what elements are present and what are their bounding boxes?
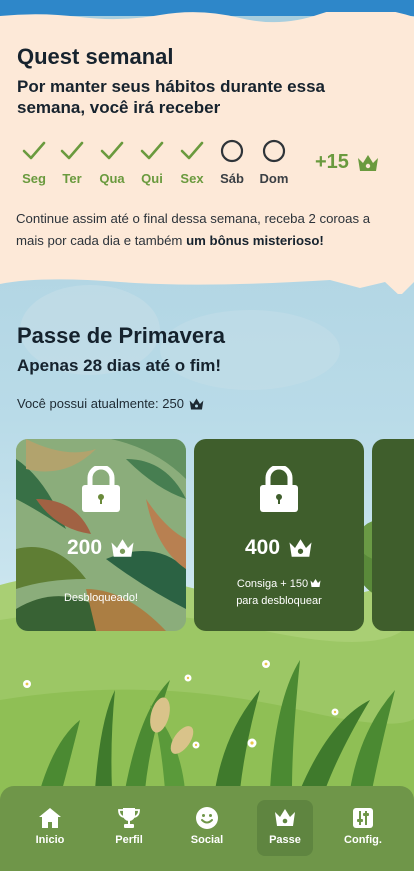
crown-icon — [289, 539, 312, 557]
day-sab: Sáb — [214, 138, 250, 192]
check-icon — [22, 141, 46, 160]
pass-subtitle: Apenas 28 dias até o fim! — [17, 356, 222, 375]
day-label: Sex — [180, 171, 204, 186]
tier-points-value: 200 — [66, 536, 103, 559]
crown-balance: Você possui atualmente: 250 — [17, 396, 204, 411]
empty-circle-icon — [262, 139, 286, 163]
balance-label: Você possui atualmente: 250 — [17, 396, 184, 411]
tier-points-value: 400 — [244, 536, 281, 559]
empty-circle-icon — [220, 139, 244, 163]
pass-title: Passe de Primavera — [17, 323, 225, 348]
quest-subtitle: Por manter seus hábitos durante essa sem… — [17, 77, 325, 117]
tier-requirement-line2: para desbloquear — [236, 595, 322, 607]
day-sex: Sex — [174, 138, 210, 192]
home-icon — [39, 808, 61, 828]
tier-requirement-line1: Consiga + 150 — [236, 578, 309, 590]
pass-tier-card-next[interactable] — [372, 439, 414, 631]
crown-icon — [189, 398, 204, 409]
day-seg: Seg — [16, 138, 52, 192]
day-label: Sáb — [220, 171, 244, 186]
crown-icon — [357, 154, 378, 171]
crown-icon — [111, 539, 134, 557]
day-ter: Ter — [54, 138, 90, 192]
reward-amount: +15 — [315, 151, 349, 173]
tier-points: 400 — [194, 536, 364, 560]
nav-label: Social — [190, 834, 224, 846]
trophy-icon — [118, 808, 140, 828]
day-dom: Dom — [256, 138, 292, 192]
tier-points: 200 — [16, 536, 186, 560]
nav-config[interactable]: Config. — [335, 800, 391, 856]
nav-passe[interactable]: Passe — [257, 800, 313, 856]
tier-requirement: Consiga + 150 para desbloquear — [194, 576, 364, 610]
bottom-nav: Inicio Perfil Social Passe Config. — [0, 786, 414, 871]
weekday-tracker: Seg Ter Qua Qui Sex Sáb Dom — [16, 138, 316, 192]
day-label: Qua — [99, 171, 125, 186]
nav-label: Config. — [344, 834, 382, 846]
check-icon — [60, 141, 84, 160]
day-label: Seg — [22, 171, 46, 186]
quest-title: Quest semanal — [17, 44, 174, 69]
lock-icon — [260, 466, 298, 512]
day-qua: Qua — [94, 138, 130, 192]
quest-reward: +15 — [315, 151, 379, 174]
sliders-icon — [353, 808, 373, 828]
crown-icon — [275, 809, 295, 826]
crown-icon — [310, 579, 321, 587]
lock-icon — [82, 466, 120, 512]
nav-label: Passe — [269, 834, 301, 846]
nav-label: Perfil — [115, 834, 143, 846]
check-icon — [140, 141, 164, 160]
nav-label: Inicio — [35, 834, 65, 846]
nav-inicio[interactable]: Inicio — [22, 800, 78, 856]
check-icon — [180, 141, 204, 160]
nav-perfil[interactable]: Perfil — [101, 800, 157, 856]
tier-status: Desbloqueado! — [63, 592, 138, 604]
day-label: Ter — [62, 171, 82, 186]
day-label: Qui — [141, 171, 163, 186]
day-label: Dom — [259, 171, 289, 186]
check-icon — [100, 141, 124, 160]
day-qui: Qui — [134, 138, 170, 192]
pass-tier-card-400[interactable]: 400 Consiga + 150 para desbloquear — [194, 439, 364, 631]
pass-tier-card-200[interactable]: 200 Desbloqueado! — [16, 439, 186, 631]
smiley-icon — [196, 807, 218, 829]
nav-social[interactable]: Social — [179, 800, 235, 856]
quest-description: Continue assim até o final dessa semana,… — [16, 208, 400, 252]
quest-description-bold: um bônus misterioso! — [186, 233, 324, 248]
